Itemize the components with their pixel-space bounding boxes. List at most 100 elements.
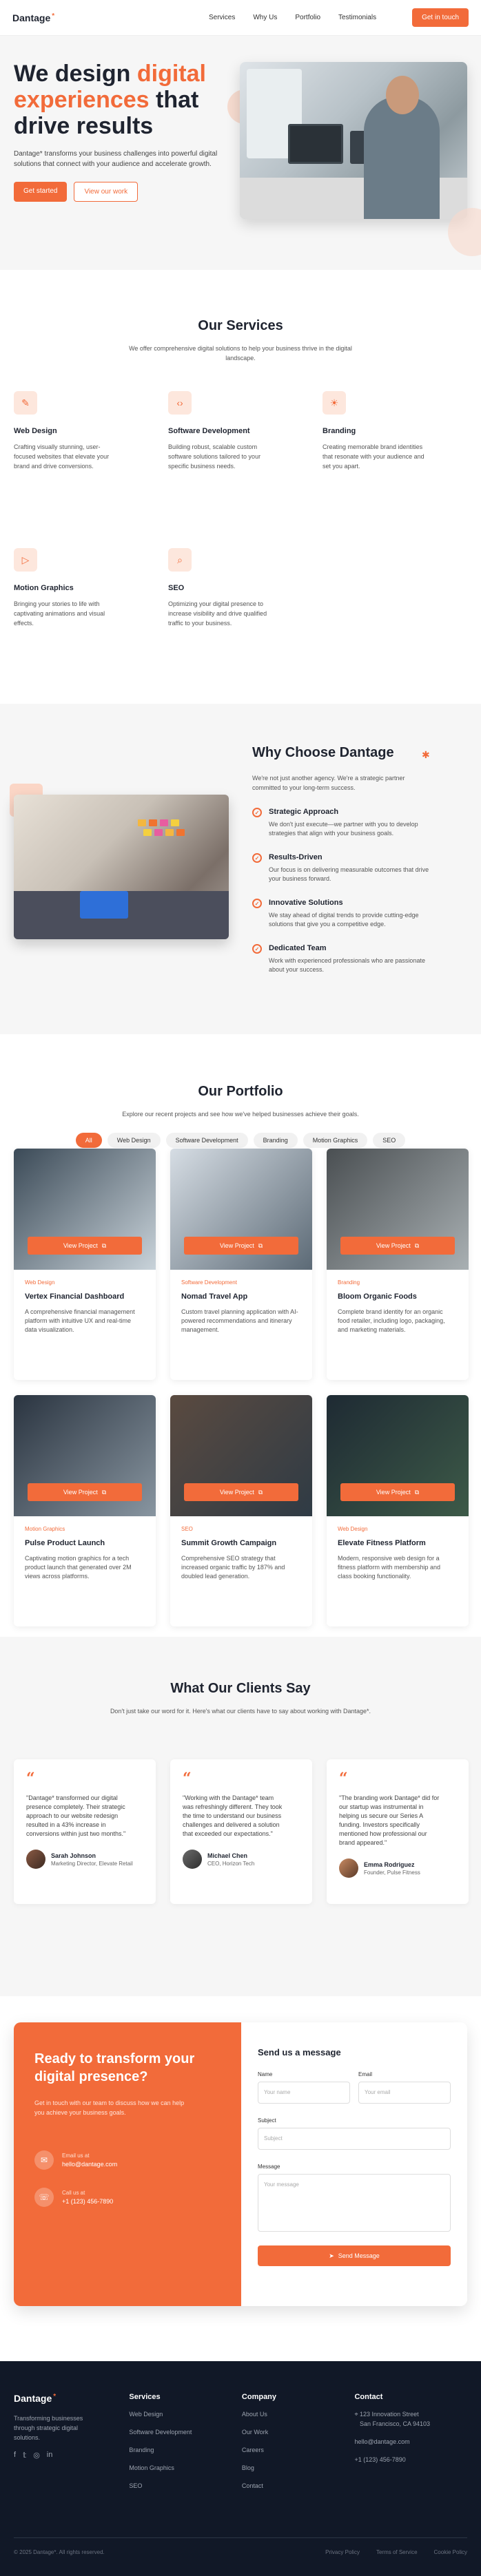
linkedin-icon[interactable]: in [47, 2451, 53, 2460]
check-icon: ✓ [252, 808, 262, 817]
quote-icon: “ [26, 1770, 35, 1788]
map-pin-icon: ⌖ [354, 2411, 360, 2418]
author-name: Sarah Johnson [51, 1852, 96, 1859]
view-project-button[interactable]: View Project ⧉ [28, 1237, 142, 1255]
asterisk-icon: ✱ [422, 749, 430, 760]
person-head-shape [386, 76, 419, 114]
project-title: Summit Growth Campaign [181, 1539, 277, 1547]
service-title: Software Development [168, 427, 250, 435]
footer-logo[interactable]: Dantage * [14, 2393, 129, 2404]
filter-web-design[interactable]: Web Design [107, 1133, 161, 1148]
project-image: View Project ⧉ [14, 1395, 156, 1516]
portfolio-card[interactable]: View Project ⧉ Branding Bloom Organic Foods… [327, 1149, 469, 1380]
sticky-note-shape [171, 819, 179, 826]
get-started-button[interactable]: Get started [14, 182, 68, 202]
view-project-button[interactable]: View Project ⧉ [28, 1483, 142, 1501]
social-links: f 𝕥 ◎ in [14, 2451, 129, 2460]
email-label: Email [358, 2071, 373, 2077]
logo[interactable]: Dantage * [12, 12, 54, 23]
author-name: Emma Rodriguez [364, 1861, 415, 1868]
testimonials-subtitle: Don't just take our word for it. Here's … [110, 1708, 371, 1715]
why-item-strategic: ✓ Strategic Approach We don't just execut… [252, 808, 459, 838]
service-card-web-design[interactable]: ✎ Web Design Crafting visually stunning,… [14, 391, 160, 522]
sticky-note-shape [176, 829, 185, 836]
view-project-button[interactable]: View Project ⧉ [184, 1237, 298, 1255]
search-icon: ⌕ [168, 548, 192, 572]
footer-link[interactable]: Contact [242, 2481, 355, 2491]
why-item-title: Dedicated Team [269, 944, 327, 952]
phone-link[interactable]: +1 (123) 456-7890 [62, 2198, 113, 2205]
author-role: CEO, Horizon Tech [207, 1860, 255, 1867]
twitter-icon[interactable]: 𝕥 [23, 2451, 26, 2460]
footer-link[interactable]: Our Work [242, 2427, 355, 2437]
filter-branding[interactable]: Branding [253, 1133, 298, 1148]
project-category: Software Development [181, 1279, 237, 1286]
contact-phone-row: ☏ Call us at +1 (123) 456-7890 [34, 2188, 221, 2207]
footer-tagline: Transforming businesses through strategi… [14, 2415, 83, 2441]
view-our-work-button[interactable]: View our work [74, 182, 139, 202]
filter-all[interactable]: All [75, 1133, 102, 1148]
project-title: Nomad Travel App [181, 1292, 248, 1301]
nav-link-portfolio[interactable]: Portfolio [295, 14, 320, 21]
portfolio-title: Our Portfolio [198, 1084, 283, 1099]
filter-software-development[interactable]: Software Development [165, 1133, 248, 1148]
services-subtitle: We offer comprehensive digital solutions… [129, 345, 352, 362]
service-card-branding[interactable]: ☀ Branding Creating memorable brand iden… [323, 391, 469, 522]
terms-link[interactable]: Terms of Service [376, 2549, 418, 2555]
sticky-note-shape [143, 829, 152, 836]
footer-link[interactable]: Web Design [129, 2409, 242, 2419]
message-textarea[interactable]: Your message [258, 2174, 451, 2232]
why-item-title: Results-Driven [269, 853, 323, 861]
hero-description: Dantage* transforms your business challe… [14, 150, 218, 168]
footer-email[interactable]: hello@dantage.com [354, 2437, 467, 2447]
filter-seo[interactable]: SEO [373, 1133, 406, 1148]
service-card-software-development[interactable]: ‹› Software Development Building robust,… [168, 391, 314, 522]
testimonials-title: What Our Clients Say [170, 1681, 311, 1696]
cookie-policy-link[interactable]: Cookie Policy [434, 2549, 467, 2555]
why-item-title: Strategic Approach [269, 808, 339, 816]
nav-link-why-us[interactable]: Why Us [253, 14, 277, 21]
send-label: Send Message [338, 2252, 380, 2259]
portfolio-card[interactable]: View Project ⧉ Web Design Vertex Financial … [14, 1149, 156, 1380]
view-project-button[interactable]: View Project ⧉ [340, 1483, 455, 1501]
footer-link[interactable]: Branding [129, 2445, 242, 2455]
why-item-results: ✓ Results-Driven Our focus is on deliveri… [252, 853, 459, 883]
why-item-title: Innovative Solutions [269, 899, 343, 907]
hero-title: We design digital experiences that drive… [14, 61, 206, 139]
filter-motion-graphics[interactable]: Motion Graphics [303, 1133, 368, 1148]
subject-input[interactable]: Subject [258, 2128, 451, 2150]
footer-link[interactable]: SEO [129, 2481, 242, 2491]
project-category: Branding [338, 1279, 360, 1286]
service-card-seo[interactable]: ⌕ SEO Optimizing your digital presence t… [168, 548, 314, 651]
email-input[interactable]: Your email [358, 2082, 451, 2104]
contact-email-row: ✉ Email us at hello@dantage.com [34, 2150, 221, 2170]
project-category: SEO [181, 1526, 193, 1532]
why-item-team: ✓ Dedicated Team Work with experienced pr… [252, 944, 459, 974]
portfolio-card[interactable]: View Project ⧉ Motion Graphics Pulse Produc… [14, 1395, 156, 1626]
footer-link[interactable]: Blog [242, 2463, 355, 2473]
name-input[interactable]: Your name [258, 2082, 350, 2104]
instagram-icon[interactable]: ◎ [33, 2451, 40, 2460]
view-project-button[interactable]: View Project ⧉ [340, 1237, 455, 1255]
footer-link[interactable]: Software Development [129, 2427, 242, 2437]
testimonial-card: “ "Working with the Dantage* team was re… [170, 1759, 312, 1904]
get-in-touch-button[interactable]: Get in touch [412, 8, 469, 27]
nav-link-testimonials[interactable]: Testimonials [338, 14, 376, 21]
nav-link-services[interactable]: Services [209, 14, 235, 21]
hero-image [240, 62, 467, 219]
view-project-button[interactable]: View Project ⧉ [184, 1483, 298, 1501]
portfolio-card[interactable]: View Project ⧉ Software Development Nomad T… [170, 1149, 312, 1380]
service-card-motion-graphics[interactable]: ▷ Motion Graphics Bringing your stories … [14, 548, 160, 651]
send-message-button[interactable]: ➤ Send Message [258, 2245, 451, 2266]
facebook-icon[interactable]: f [14, 2451, 16, 2460]
privacy-policy-link[interactable]: Privacy Policy [325, 2549, 360, 2555]
footer-link[interactable]: About Us [242, 2409, 355, 2419]
portfolio-card[interactable]: View Project ⧉ Web Design Elevate Fitness P… [327, 1395, 469, 1626]
email-link[interactable]: hello@dantage.com [62, 2161, 117, 2168]
footer-link[interactable]: Careers [242, 2445, 355, 2455]
portfolio-card[interactable]: View Project ⧉ SEO Summit Growth Campaign Co… [170, 1395, 312, 1626]
footer-phone[interactable]: +1 (123) 456-7890 [354, 2455, 467, 2464]
monitor-shape [288, 124, 343, 164]
footer-link[interactable]: Motion Graphics [129, 2463, 242, 2473]
project-description: Custom travel planning application with … [181, 1308, 298, 1333]
